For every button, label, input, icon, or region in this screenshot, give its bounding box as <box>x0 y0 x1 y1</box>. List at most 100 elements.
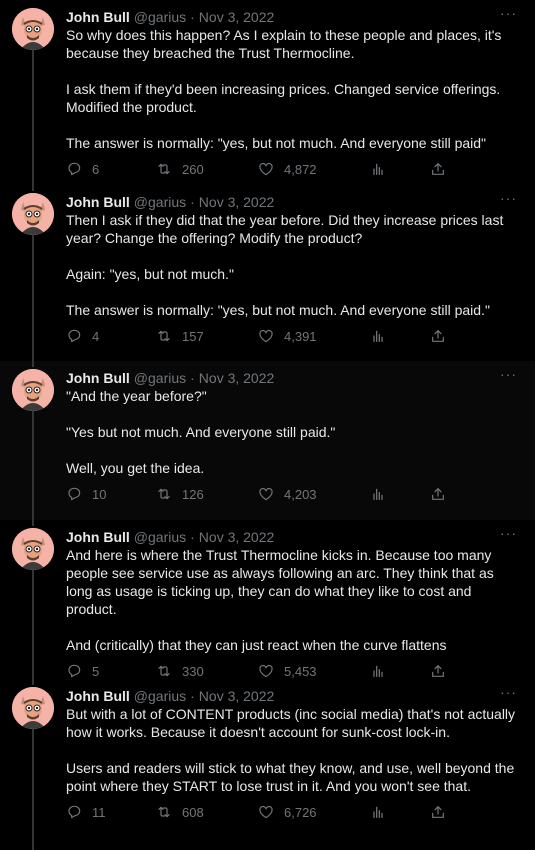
thread-line <box>32 185 34 191</box>
share-icon <box>430 328 446 344</box>
thread-line <box>32 361 34 367</box>
views-button[interactable] <box>370 795 386 829</box>
share-button[interactable] <box>430 152 446 186</box>
more-icon[interactable]: ··· <box>500 367 517 381</box>
tweet-date[interactable]: Nov 3, 2022 <box>199 193 275 211</box>
like-count: 6,726 <box>284 804 317 820</box>
share-button[interactable] <box>430 795 446 829</box>
like-button[interactable]: 4,203 <box>258 477 317 511</box>
like-icon <box>258 328 274 344</box>
retweet-count: 330 <box>182 663 204 679</box>
tweet[interactable]: John Bull @garius · Nov 3, 2022 ··· And … <box>0 520 535 679</box>
author-name[interactable]: John Bull <box>66 369 130 387</box>
separator-dot: · <box>190 529 195 545</box>
reply-count: 6 <box>92 161 100 177</box>
avatar[interactable] <box>12 687 54 729</box>
reply-count: 11 <box>92 804 106 820</box>
timeline: John Bull @garius · Nov 3, 2022 ··· So w… <box>0 0 535 850</box>
like-icon <box>258 804 274 820</box>
reply-icon <box>66 486 82 502</box>
avatar[interactable] <box>12 193 54 235</box>
tweet-paragraph: And (critically) that they can just reac… <box>66 637 447 653</box>
retweet-button[interactable]: 608 <box>156 795 204 829</box>
retweet-button[interactable]: 157 <box>156 319 204 353</box>
views-button[interactable] <box>370 477 386 511</box>
tweet-header: John Bull @garius · Nov 3, 2022 <box>66 369 519 387</box>
thread-line <box>32 411 34 520</box>
tweet-date[interactable]: Nov 3, 2022 <box>199 8 275 26</box>
tweet[interactable]: John Bull @garius · Nov 3, 2022 ··· Then… <box>0 185 535 361</box>
author-handle[interactable]: @garius <box>134 193 186 211</box>
tweet-text: So why does this happen? As I explain to… <box>66 26 519 152</box>
retweet-icon <box>156 663 172 679</box>
action-bar: 6 260 4,872 <box>66 152 519 186</box>
thread-line <box>32 520 34 526</box>
author-name[interactable]: John Bull <box>66 193 130 211</box>
views-icon <box>370 804 386 820</box>
tweet-date[interactable]: Nov 3, 2022 <box>199 369 275 387</box>
views-button[interactable] <box>370 152 386 186</box>
tweet-date[interactable]: Nov 3, 2022 <box>199 528 275 546</box>
retweet-icon <box>156 161 172 177</box>
like-icon <box>258 663 274 679</box>
avatar[interactable] <box>12 369 54 411</box>
retweet-count: 157 <box>182 328 204 344</box>
author-name[interactable]: John Bull <box>66 687 130 705</box>
more-icon[interactable]: ··· <box>500 6 517 20</box>
reply-button[interactable]: 6 <box>66 152 99 186</box>
reply-button[interactable]: 11 <box>66 795 106 829</box>
tweet[interactable]: John Bull @garius · Nov 3, 2022 ··· "And… <box>0 361 535 520</box>
like-button[interactable]: 6,726 <box>258 795 317 829</box>
avatar[interactable] <box>12 528 54 570</box>
retweet-button[interactable]: 260 <box>156 152 204 186</box>
more-icon[interactable]: ··· <box>500 685 517 699</box>
tweet-text: And here is where the Trust Thermocline … <box>66 546 519 654</box>
tweet-header: John Bull @garius · Nov 3, 2022 <box>66 687 519 705</box>
reply-icon <box>66 161 82 177</box>
separator-dot: · <box>190 9 195 25</box>
reply-count: 5 <box>92 663 100 679</box>
tweet-paragraph: Users and readers will stick to what the… <box>66 760 515 794</box>
action-bar: 4 157 4,391 <box>66 319 519 353</box>
views-button[interactable] <box>370 319 386 353</box>
author-handle[interactable]: @garius <box>134 369 186 387</box>
views-icon <box>370 161 386 177</box>
tweet[interactable]: John Bull @garius · Nov 3, 2022 ··· But … <box>0 679 535 850</box>
reply-count: 4 <box>92 328 100 344</box>
reply-count: 10 <box>92 486 107 502</box>
tweet-date[interactable]: Nov 3, 2022 <box>199 687 275 705</box>
retweet-count: 126 <box>182 486 204 502</box>
like-count: 4,203 <box>284 486 317 502</box>
action-bar: 11 608 6,726 <box>66 795 519 829</box>
like-button[interactable]: 4,391 <box>258 319 317 353</box>
tweet-text: "And the year before?" "Yes but not much… <box>66 387 519 477</box>
like-icon <box>258 161 274 177</box>
tweet-paragraph: I ask them if they'd been increasing pri… <box>66 81 501 115</box>
reply-icon <box>66 663 82 679</box>
thread-line <box>32 729 34 850</box>
views-icon <box>370 663 386 679</box>
like-button[interactable]: 4,872 <box>258 152 317 186</box>
author-handle[interactable]: @garius <box>134 528 186 546</box>
retweet-button[interactable]: 126 <box>156 477 204 511</box>
author-handle[interactable]: @garius <box>134 687 186 705</box>
reply-icon <box>66 804 82 820</box>
reply-button[interactable]: 4 <box>66 319 99 353</box>
more-icon[interactable]: ··· <box>500 191 517 205</box>
author-handle[interactable]: @garius <box>134 8 186 26</box>
like-count: 5,453 <box>284 663 317 679</box>
author-name[interactable]: John Bull <box>66 528 130 546</box>
more-icon[interactable]: ··· <box>500 526 517 540</box>
separator-dot: · <box>190 194 195 210</box>
avatar[interactable] <box>12 8 54 50</box>
author-name[interactable]: John Bull <box>66 8 130 26</box>
tweet-paragraph: The answer is normally: "yes, but not mu… <box>66 302 490 318</box>
share-button[interactable] <box>430 319 446 353</box>
retweet-icon <box>156 328 172 344</box>
reply-button[interactable]: 10 <box>66 477 106 511</box>
share-icon <box>430 663 446 679</box>
tweet[interactable]: John Bull @garius · Nov 3, 2022 ··· So w… <box>0 0 535 185</box>
share-button[interactable] <box>430 477 446 511</box>
views-icon <box>370 328 386 344</box>
tweet-paragraph: Well, you get the idea. <box>66 460 205 476</box>
